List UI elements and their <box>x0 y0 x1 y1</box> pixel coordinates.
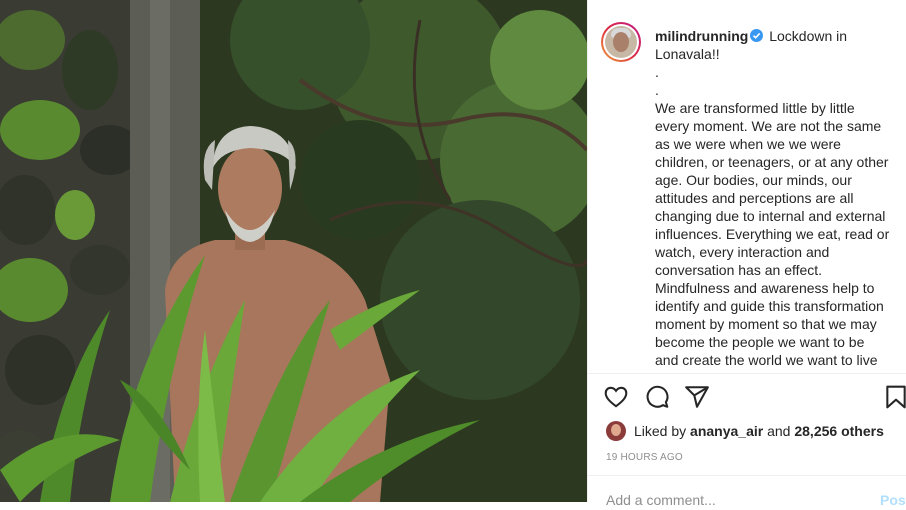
likes-joiner: and <box>767 423 791 439</box>
liker-avatar[interactable] <box>606 421 626 441</box>
caption-header: milindrunning Lockdown in Lonavala!! <box>655 27 899 63</box>
post-side-panel: milindrunning Lockdown in Lonavala!! . .… <box>587 0 906 510</box>
caption-body: . . We are transformed little by little … <box>655 63 891 373</box>
verified-badge-icon <box>750 29 764 42</box>
comment-icon[interactable] <box>644 384 670 410</box>
comment-divider <box>588 475 906 476</box>
heart-icon[interactable] <box>603 384 629 410</box>
caption-paragraph: We are transformed little by little ever… <box>655 100 890 373</box>
likes-others-count[interactable]: 28,256 others <box>794 423 884 439</box>
likes-prefix: Liked by <box>634 423 687 439</box>
caption-dot: . <box>655 64 659 80</box>
caption-dot: . <box>655 82 659 98</box>
post-photo-illustration <box>0 0 587 502</box>
author-avatar[interactable] <box>601 22 641 62</box>
author-username[interactable]: milindrunning <box>655 28 748 44</box>
comment-input[interactable] <box>606 490 856 510</box>
likes-text: Liked by ananya_air and 28,256 others <box>634 423 884 439</box>
liker-username[interactable]: ananya_air <box>690 423 763 439</box>
actions-divider <box>588 373 906 374</box>
post-comment-button[interactable]: Post <box>880 492 906 508</box>
post-timestamp[interactable]: 19 HOURS AGO <box>606 452 683 463</box>
post-photo[interactable] <box>0 0 587 502</box>
caption-area[interactable]: milindrunning Lockdown in Lonavala!! . .… <box>588 0 906 373</box>
bookmark-icon[interactable] <box>883 384 906 410</box>
share-icon[interactable] <box>684 384 710 410</box>
